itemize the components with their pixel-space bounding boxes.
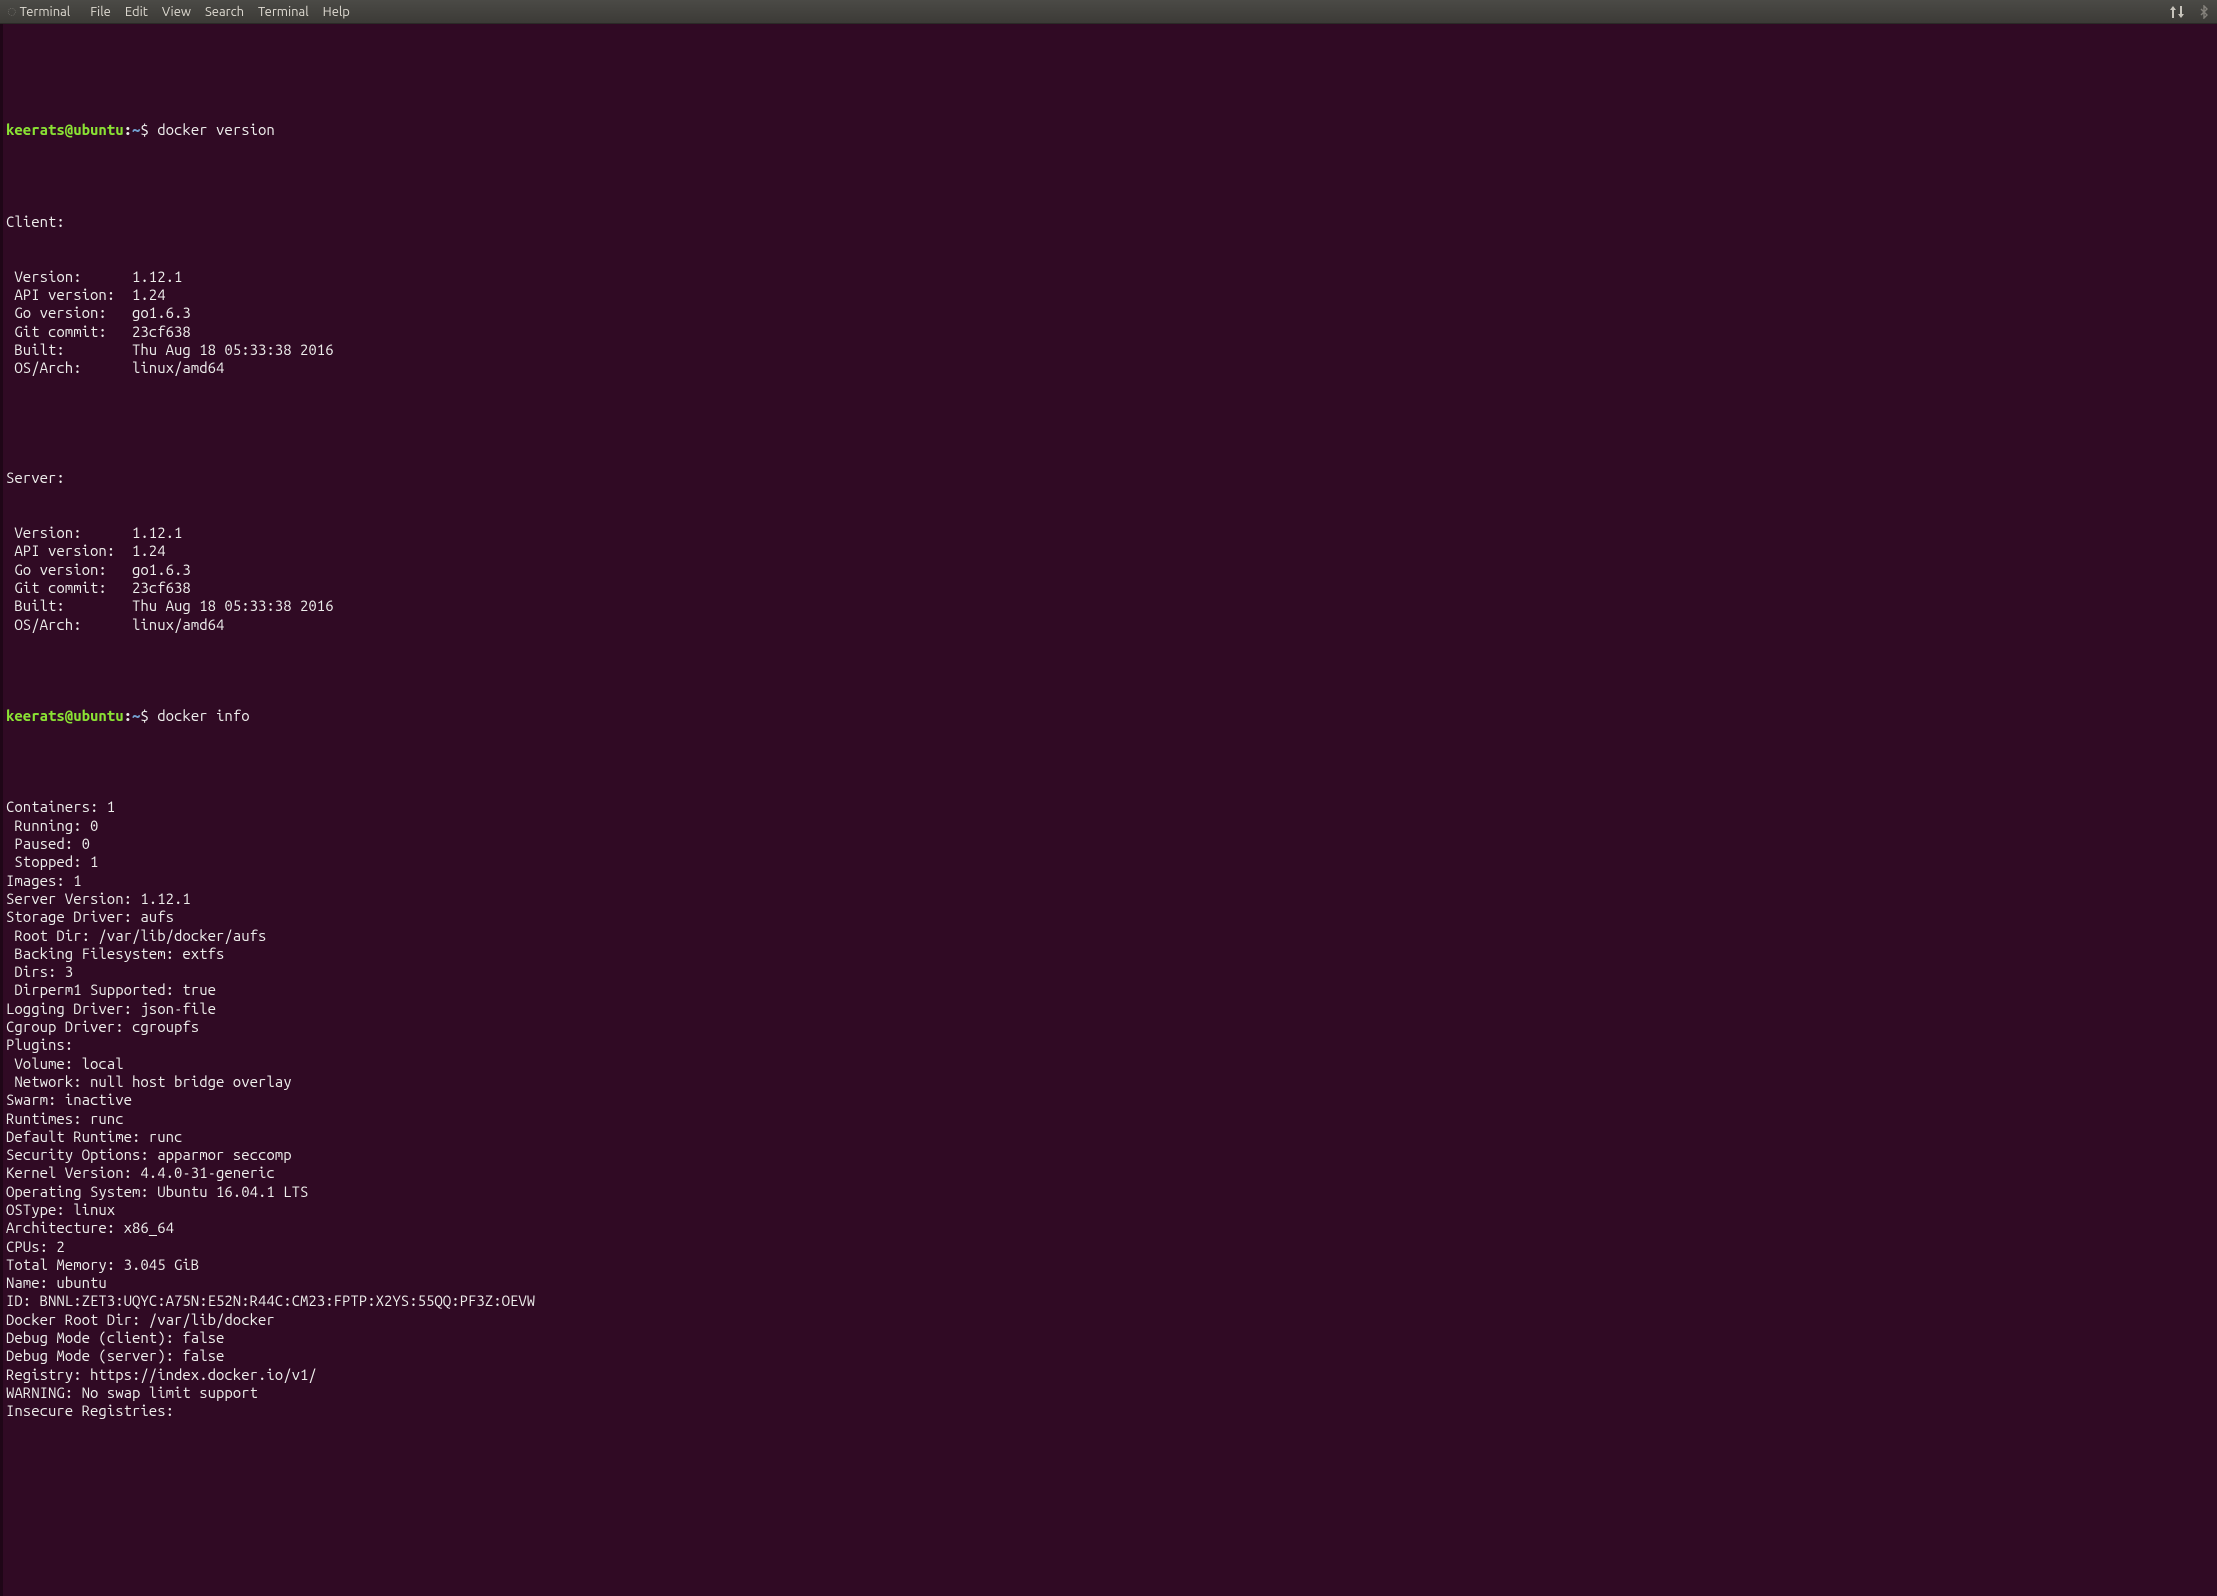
terminal-viewport[interactable]: keerats@ubuntu:~$ docker version Client:…: [0, 24, 2217, 1596]
output-line: Cgroup Driver: cgroupfs: [6, 1018, 2211, 1036]
output-line: OS/Arch: linux/amd64: [6, 616, 2211, 634]
prompt-colon: :: [124, 121, 132, 138]
output-line: Version: 1.12.1: [6, 268, 2211, 286]
output-line: Swarm: inactive: [6, 1091, 2211, 1109]
output-line: Built: Thu Aug 18 05:33:38 2016: [6, 597, 2211, 615]
prompt-line-2: keerats@ubuntu:~$ docker info: [6, 707, 2211, 725]
output-line: Paused: 0: [6, 835, 2211, 853]
output-line: Insecure Registries:: [6, 1402, 2211, 1420]
window-left-border: [0, 24, 3, 1596]
prompt-sigil: $: [140, 121, 148, 138]
output-blank: [6, 414, 2211, 432]
output-line: Client:: [6, 213, 2211, 231]
output-line: Debug Mode (client): false: [6, 1329, 2211, 1347]
output-line: Git commit: 23cf638: [6, 323, 2211, 341]
output-line: WARNING: No swap limit support: [6, 1384, 2211, 1402]
output-line: Server:: [6, 469, 2211, 487]
output-line: Security Options: apparmor seccomp: [6, 1146, 2211, 1164]
output-line: Volume: local: [6, 1055, 2211, 1073]
output-line: Total Memory: 3.045 GiB: [6, 1256, 2211, 1274]
menu-edit[interactable]: Edit: [125, 5, 148, 19]
output-line: CPUs: 2: [6, 1238, 2211, 1256]
menu-terminal[interactable]: Terminal: [258, 5, 309, 19]
version-client-block: Version: 1.12.1 API version: 1.24 Go ver…: [6, 268, 2211, 378]
app-indicator-icon: ◌: [8, 7, 16, 17]
prompt-user-host: keerats@ubuntu: [6, 707, 124, 724]
output-line: Server Version: 1.12.1: [6, 890, 2211, 908]
menu-help[interactable]: Help: [323, 5, 350, 19]
output-line: Plugins:: [6, 1036, 2211, 1054]
output-line: Operating System: Ubuntu 16.04.1 LTS: [6, 1183, 2211, 1201]
window-title: ◌ Terminal: [8, 5, 70, 19]
output-line: Dirperm1 Supported: true: [6, 981, 2211, 999]
output-line: Docker Root Dir: /var/lib/docker: [6, 1311, 2211, 1329]
output-line: Debug Mode (server): false: [6, 1347, 2211, 1365]
output-line: Built: Thu Aug 18 05:33:38 2016: [6, 341, 2211, 359]
prompt-user-host: keerats@ubuntu: [6, 121, 124, 138]
command-text: docker version: [157, 121, 275, 138]
output-line: ID: BNNL:ZET3:UQYC:A75N:E52N:R44C:CM23:F…: [6, 1292, 2211, 1310]
prompt-sigil: $: [140, 707, 148, 724]
output-line: Go version: go1.6.3: [6, 561, 2211, 579]
menubar: ◌ Terminal File Edit View Search Termina…: [0, 0, 2217, 24]
output-line: Logging Driver: json-file: [6, 1000, 2211, 1018]
output-line: Go version: go1.6.3: [6, 304, 2211, 322]
output-line: Backing Filesystem: extfs: [6, 945, 2211, 963]
bluetooth-icon[interactable]: [2199, 5, 2209, 19]
output-line: Images: 1: [6, 872, 2211, 890]
prompt-colon: :: [124, 707, 132, 724]
output-line: Kernel Version: 4.4.0-31-generic: [6, 1164, 2211, 1182]
output-line: Version: 1.12.1: [6, 524, 2211, 542]
output-line: Dirs: 3: [6, 963, 2211, 981]
output-line: API version: 1.24: [6, 542, 2211, 560]
output-line: OSType: linux: [6, 1201, 2211, 1219]
network-updown-icon[interactable]: [2169, 5, 2185, 19]
output-line: Git commit: 23cf638: [6, 579, 2211, 597]
output-line: Storage Driver: aufs: [6, 908, 2211, 926]
output-line: Running: 0: [6, 817, 2211, 835]
output-line: API version: 1.24: [6, 286, 2211, 304]
prompt-line-1: keerats@ubuntu:~$ docker version: [6, 121, 2211, 139]
output-line: Root Dir: /var/lib/docker/aufs: [6, 927, 2211, 945]
output-line: Runtimes: runc: [6, 1110, 2211, 1128]
version-server-block: Version: 1.12.1 API version: 1.24 Go ver…: [6, 524, 2211, 634]
output-line: OS/Arch: linux/amd64: [6, 359, 2211, 377]
output-line: Architecture: x86_64: [6, 1219, 2211, 1237]
output-line: Name: ubuntu: [6, 1274, 2211, 1292]
app-title-text: Terminal: [20, 5, 71, 19]
command-text: docker info: [157, 707, 249, 724]
menu-search[interactable]: Search: [205, 5, 244, 19]
menu-file[interactable]: File: [90, 5, 111, 19]
output-line: Stopped: 1: [6, 853, 2211, 871]
output-line: Network: null host bridge overlay: [6, 1073, 2211, 1091]
output-line: Registry: https://index.docker.io/v1/: [6, 1366, 2211, 1384]
menu-view[interactable]: View: [162, 5, 191, 19]
docker-info-block: Containers: 1 Running: 0 Paused: 0 Stopp…: [6, 798, 2211, 1420]
output-line: Default Runtime: runc: [6, 1128, 2211, 1146]
output-line: Containers: 1: [6, 798, 2211, 816]
